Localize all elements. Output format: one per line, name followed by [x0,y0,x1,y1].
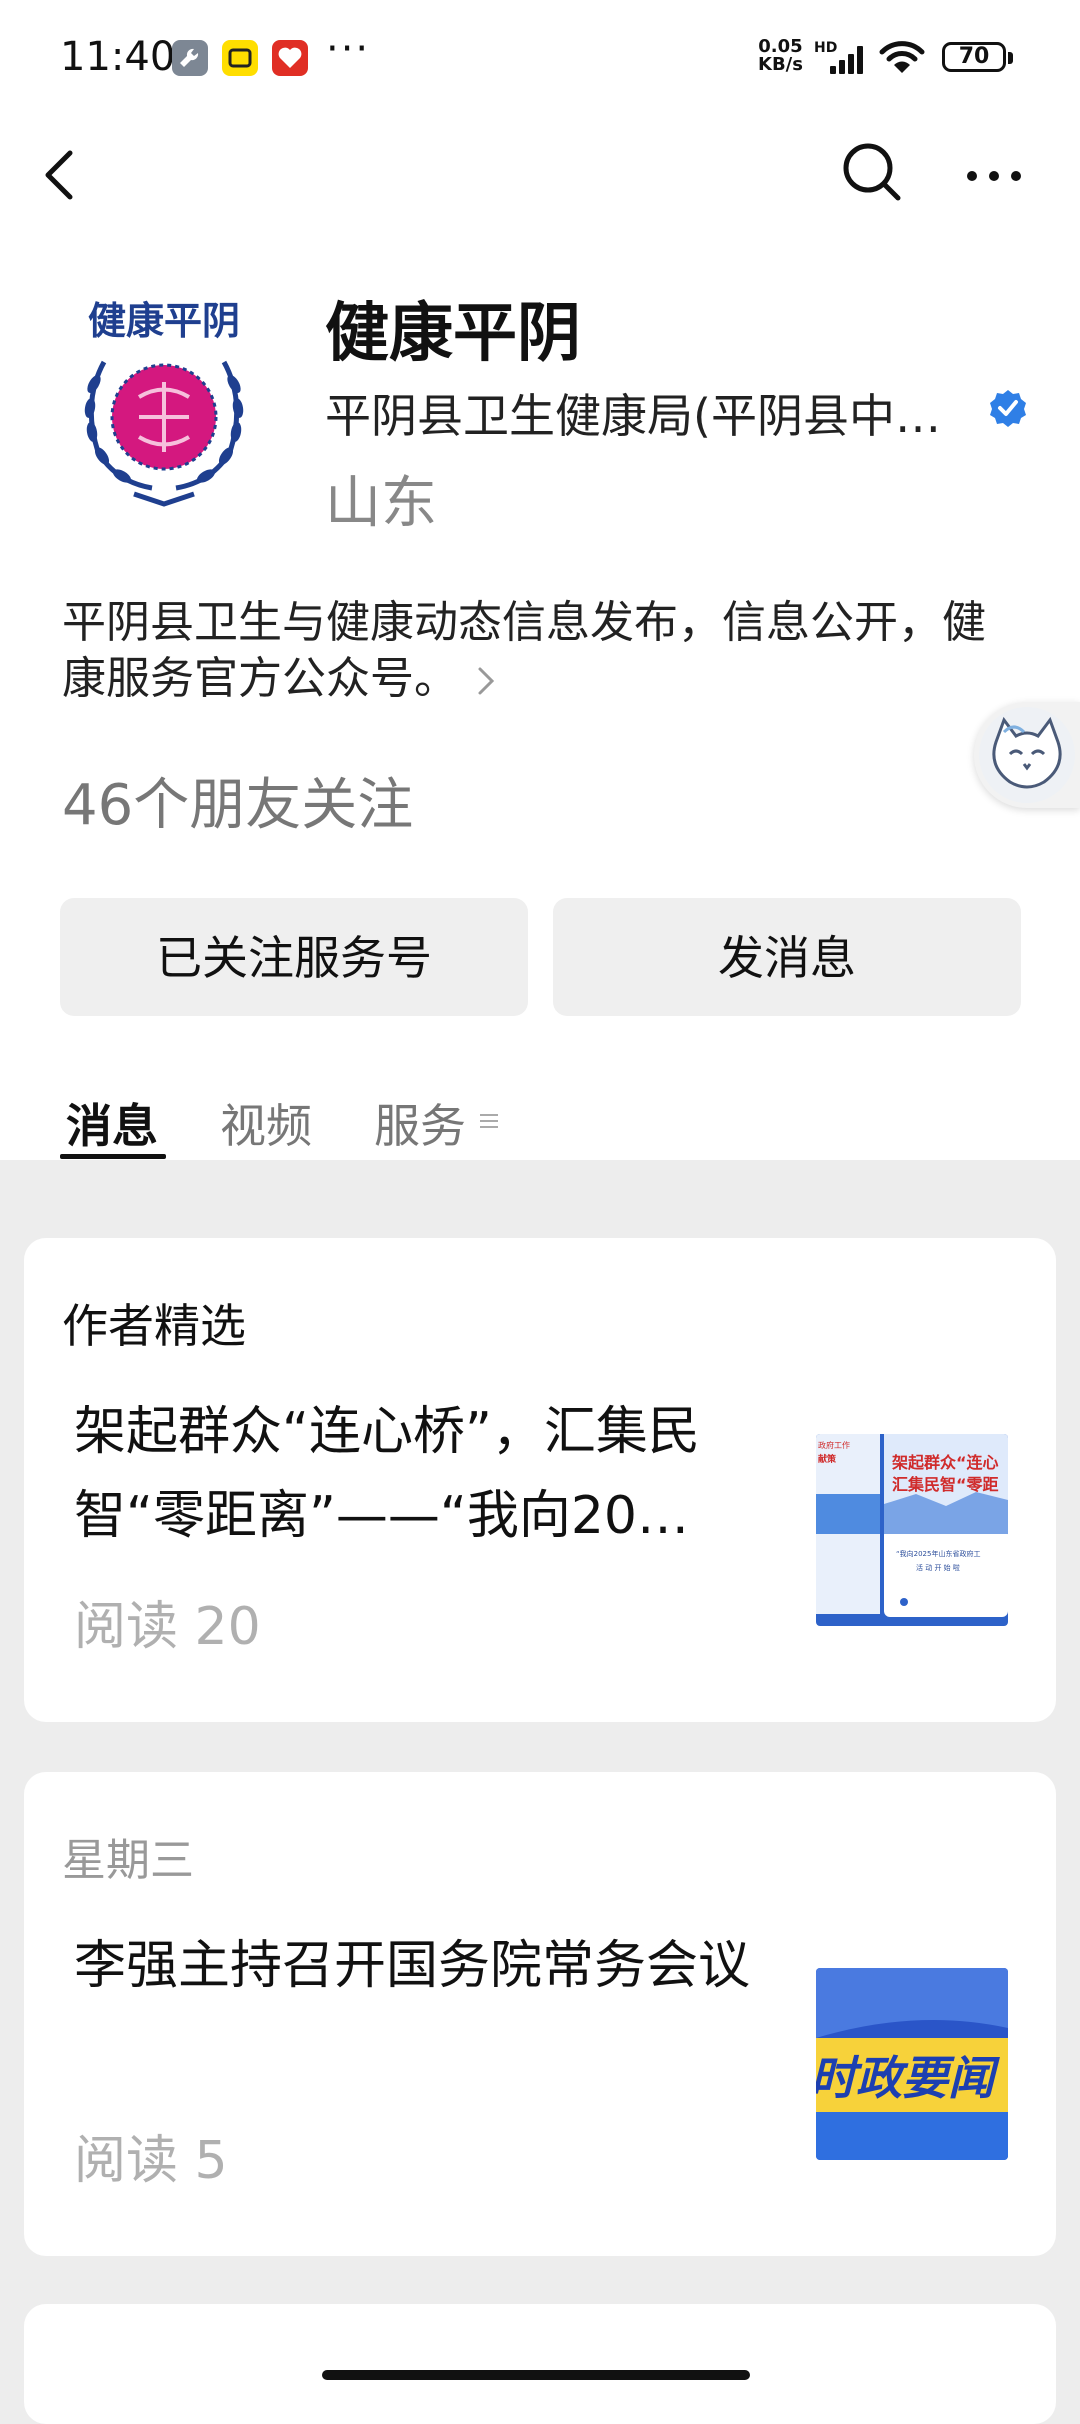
more-button[interactable] [962,140,1026,204]
signal-icon [828,44,868,74]
followed-service-account-button[interactable]: 已关注服务号 [60,898,528,1016]
friends-following-count[interactable]: 46个朋友关注 [62,760,413,841]
chevron-left-icon [45,150,73,200]
menu-lines-icon[interactable] [480,1112,498,1130]
chevron-right-icon [476,655,498,695]
xianyu-app-icon [222,40,258,76]
more-dots-icon [967,171,1021,181]
next-article-card [24,2304,1056,2424]
account-description[interactable]: 平阴县卫生与健康动态信息发布，信息公开，健康服务官方公众号。 [62,595,1022,707]
article-title[interactable]: 李强主持召开国务院常务会议 [74,1924,794,2008]
thumb-text-line-4: 活 动 开 始 啦 [916,1563,960,1572]
read-count: 阅读 20 [74,1597,261,1657]
article-thumbnail[interactable]: 时政要闻 [816,1968,1008,2160]
article-title[interactable]: 架起群众“连心桥”，汇集民智“零距离”——“我向20… [74,1390,794,1558]
pinduoduo-app-icon [272,40,308,76]
article-thumbnail[interactable]: 政府工作 献策 架起群众“连心 汇集民智“零距 “我向2025年山东省政府工 活… [816,1434,1008,1626]
verified-badge-icon [988,388,1028,428]
region-label: 山东 [325,471,437,536]
back-button[interactable] [40,145,80,205]
health-pingyin-logo: 健康平阴 [84,299,244,507]
card-heading: 作者精选 [62,1299,246,1353]
status-bar: 11:40 ··· 0.05 KB/s HD 70 [0,0,1080,110]
thumb-text-line-2: 汇集民智“零距 [892,1475,999,1494]
thumb-text-line-3: “我向2025年山东省政府工 [896,1549,980,1558]
card-date-heading: 星期三 [62,1835,194,1886]
status-more-icon: ··· [326,26,371,72]
search-button[interactable] [840,140,904,204]
home-indicator[interactable] [322,2370,750,2380]
tab-messages[interactable]: 消息 [66,1090,158,1156]
featured-articles-card: 作者精选 架起群众“连心桥”，汇集民智“零距离”——“我向20… 阅读 20 政… [24,1238,1056,1722]
cat-sticker-icon [979,707,1075,803]
thumb-text-advice: 献策 [818,1453,837,1465]
battery-icon: 70 [942,42,1006,72]
network-speed: 0.05 KB/s [758,38,803,74]
read-count: 阅读 5 [74,2131,228,2191]
active-tab-indicator [60,1154,166,1159]
organization-name[interactable]: 平阴县卫生健康局(平阴县中… [325,380,965,446]
speed-unit: KB/s [758,54,803,75]
description-text: 平阴县卫生与健康动态信息发布，信息公开，健康服务官方公众号。 [62,597,986,704]
thumb-text-line-1: 架起群众“连心 [891,1453,999,1472]
floating-cat-avatar[interactable] [974,702,1080,808]
status-time: 11:40 [60,34,176,80]
wrench-app-icon [172,40,208,76]
weekday-articles-card: 星期三 李强主持召开国务院常务会议 阅读 5 时政要闻 [24,1772,1056,2256]
search-icon [843,143,901,201]
send-message-button[interactable]: 发消息 [553,898,1021,1016]
account-name: 健康平阴 [325,297,581,371]
tab-services[interactable]: 服务 [374,1090,466,1156]
battery-tip [1008,52,1013,64]
tab-videos[interactable]: 视频 [220,1090,312,1156]
thumb-news-text: 时政要闻 [816,2051,1000,2105]
account-avatar[interactable]: 健康平阴 [64,292,264,512]
thumb-text-gov: 政府工作 [818,1440,850,1450]
logo-text: 健康平阴 [88,299,240,343]
wifi-icon [878,40,926,76]
